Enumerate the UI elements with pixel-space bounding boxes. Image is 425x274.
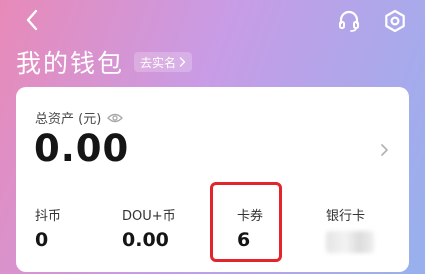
total-assets-header: 总资产 (元) (35, 108, 124, 127)
verify-identity-button[interactable]: 去实名 (134, 52, 193, 72)
eye-icon[interactable] (107, 112, 124, 124)
bank-card-value-blurred (326, 231, 374, 253)
asset-value: 0.00 (122, 229, 169, 251)
customer-service-button[interactable] (334, 6, 364, 36)
asset-dou-plus-coin[interactable]: DOU+币 0.00 (122, 205, 176, 251)
headset-icon (339, 10, 359, 32)
chevron-left-icon (26, 9, 38, 31)
asset-label: 银行卡 (326, 209, 366, 224)
chevron-right-icon (179, 57, 186, 67)
asset-douyin-coin[interactable]: 抖币 0 (35, 205, 61, 251)
settings-button[interactable] (380, 6, 410, 36)
verify-identity-label: 去实名 (140, 55, 177, 70)
total-assets-label: 总资产 (元) (35, 112, 102, 127)
asset-bank-card[interactable]: 银行卡 (326, 205, 374, 253)
total-assets-value[interactable]: 0.00 (34, 127, 129, 170)
top-bar (0, 0, 425, 42)
asset-value: 0 (35, 229, 49, 251)
gear-icon (385, 9, 405, 33)
back-button[interactable] (18, 6, 46, 34)
total-assets-detail-button[interactable] (377, 139, 391, 161)
title-row: 我的钱包 去实名 (16, 44, 193, 80)
asset-label: DOU+币 (122, 209, 176, 224)
page-title: 我的钱包 (16, 49, 125, 78)
chevron-right-icon (380, 144, 388, 156)
asset-label: 抖币 (35, 209, 62, 224)
coupon-highlight-box (210, 182, 282, 262)
